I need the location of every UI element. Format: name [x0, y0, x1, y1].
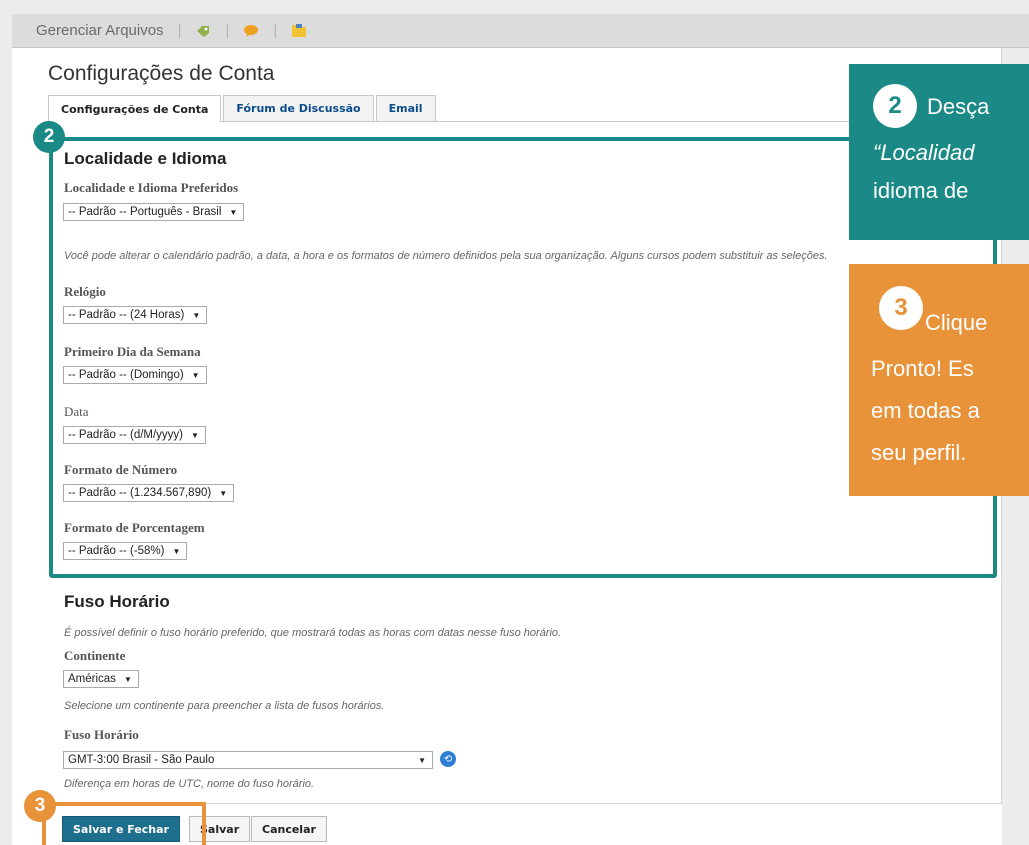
step-2-callout: 2 Desça “Localidad idioma de: [849, 64, 1029, 240]
folder-icon[interactable]: [291, 23, 307, 38]
tab-discussion-forum[interactable]: Fórum de Discussão: [223, 95, 374, 121]
toolbar-separator: |: [225, 22, 230, 39]
callout-3-line-4: seu perfil.: [871, 440, 967, 465]
step-3-callout: 3 Clique Pronto! Es em todas a seu perfi…: [849, 264, 1029, 496]
callout-3-line-1: Clique: [925, 310, 988, 335]
continent-value: Américas: [68, 673, 116, 685]
callout-3-line-2: Pronto! Es: [871, 356, 974, 381]
tab-email[interactable]: Email: [375, 95, 436, 121]
page-title: Configurações de Conta: [48, 62, 275, 85]
dropdown-arrow-icon: ▼: [418, 755, 426, 765]
chat-icon[interactable]: [243, 24, 259, 38]
step-3-badge: 3: [24, 790, 56, 822]
cancel-button[interactable]: Cancelar: [251, 816, 327, 842]
timezone-value: GMT-3:00 Brasil - São Paulo: [68, 754, 215, 766]
tag-icon[interactable]: [195, 24, 211, 38]
callout-2-number: 2: [873, 84, 917, 128]
save-highlight-box: [42, 802, 206, 845]
continent-select[interactable]: Américas ▼: [63, 670, 139, 688]
continent-help: Selecione um continente para preencher a…: [64, 700, 385, 712]
manage-files-link[interactable]: Gerenciar Arquivos: [36, 22, 164, 39]
continent-label: Continente: [64, 648, 126, 663]
callout-2-line-2: “Localidad: [873, 140, 975, 165]
callout-3-line-3: em todas a: [871, 398, 980, 423]
callout-2-line-3: idioma de: [873, 178, 969, 203]
step-2-badge: 2: [33, 121, 65, 153]
timezone-label: Fuso Horário: [64, 727, 139, 742]
toolbar-separator: |: [177, 22, 182, 39]
dropdown-arrow-icon: ▼: [123, 674, 132, 684]
timezone-help: Diferença em horas de UTC, nome do fuso …: [64, 778, 315, 790]
callout-2-line-1: Desça: [927, 94, 990, 119]
refresh-icon[interactable]: ⟲: [440, 751, 456, 767]
callout-3-number: 3: [879, 286, 923, 330]
timezone-select[interactable]: GMT-3:00 Brasil - São Paulo ▼: [63, 751, 433, 769]
toolbar: Gerenciar Arquivos | | |: [12, 14, 1029, 48]
tab-account-settings[interactable]: Configurações de Conta: [48, 95, 222, 122]
timezone-intro: É possível definir o fuso horário prefer…: [64, 627, 562, 639]
toolbar-separator: |: [273, 22, 278, 39]
timezone-section-title: Fuso Horário: [64, 592, 170, 611]
